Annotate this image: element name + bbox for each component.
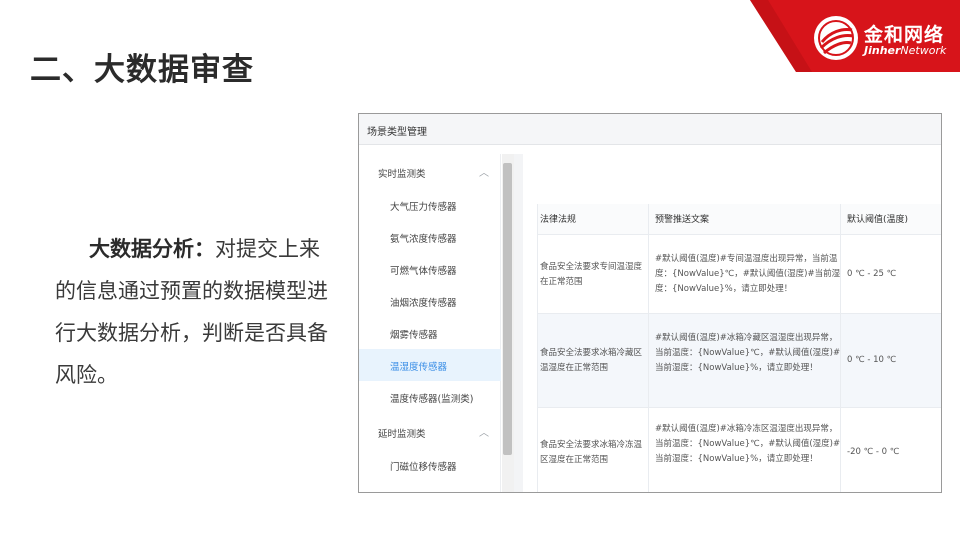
sidebar-group-realtime[interactable]: 实时监测类 ︿ (359, 158, 501, 186)
lead-title: 大数据分析： (89, 237, 215, 261)
brand-name-en-light: Network (900, 44, 947, 57)
sidebar-item-pressure[interactable]: 大气压力传感器 (359, 189, 501, 221)
jinher-globe-icon (814, 16, 858, 60)
sidebar-item-label: 门磁位移传感器 (390, 462, 457, 473)
chevron-up-icon[interactable]: ︿ (479, 164, 489, 179)
column-divider (537, 204, 538, 492)
cell-threshold: 0 ℃ - 10 ℃ (847, 355, 897, 365)
column-header-threshold: 默认阈值(温度) (847, 215, 909, 225)
cell-threshold: -20 ℃ - 0 ℃ (847, 447, 900, 457)
content-panel: 法律法规 预警推送文案 默认阈值(温度) 食品安全法要求专间温湿度在正常范围 #… (523, 154, 941, 492)
column-header-law: 法律法规 (540, 215, 577, 225)
sidebar-scrollbar-thumb[interactable] (503, 163, 512, 455)
sidebar-item-label: 温度传感器(监测类) (390, 394, 474, 405)
cell-law: 食品安全法要求冰箱冷藏区温湿度在正常范围 (540, 348, 643, 373)
table-header: 法律法规 预警推送文案 默认阈值(温度) (538, 204, 941, 235)
cell-law: 食品安全法要求专间温湿度在正常范围 (540, 262, 643, 287)
sidebar-group-delayed[interactable]: 延时监测类 ︿ (359, 418, 501, 446)
cell-message: #默认阈值(温度)#冰箱冷冻区温湿度出现异常，当前温度：{NowValue}℃，… (655, 424, 841, 464)
sidebar-item-label: 烟雾传感器 (390, 330, 438, 341)
column-divider (648, 204, 649, 492)
sidebar-item-label: 温湿度传感器 (390, 362, 448, 373)
table-row[interactable]: 食品安全法要求专间温湿度在正常范围 #默认阈值(温度)#专间温湿度出现异常，当前… (538, 235, 941, 314)
sidebar-item-smoke[interactable]: 烟雾传感器 (359, 317, 501, 349)
sidebar-item-combustible-gas[interactable]: 可燃气体传感器 (359, 253, 501, 285)
sidebar-item-label: 氨气浓度传感器 (390, 234, 457, 245)
brand-name-en-bold: Jinher (864, 44, 901, 57)
sidebar-item-ammonia[interactable]: 氨气浓度传感器 (359, 221, 501, 253)
sidebar-item-label: 油烟浓度传感器 (390, 298, 457, 309)
column-divider (840, 204, 841, 492)
sidebar-item-label: 可燃气体传感器 (390, 266, 457, 277)
table-row[interactable]: 食品安全法要求冰箱冷冻温区湿度在正常范围 #默认阈值(温度)#冰箱冷冻区温湿度出… (538, 408, 941, 492)
rules-table: 法律法规 预警推送文案 默认阈值(温度) 食品安全法要求专间温湿度在正常范围 #… (537, 204, 941, 492)
sidebar-group-label: 延时监测类 (378, 429, 426, 440)
cell-message: #默认阈值(温度)#专间温湿度出现异常，当前温度：{NowValue}℃，#默认… (655, 254, 841, 294)
cell-law: 食品安全法要求冰箱冷冻温区湿度在正常范围 (540, 440, 643, 465)
window-header: 场景类型管理 (359, 114, 941, 145)
lead-paragraph: 大数据分析：对提交上来的信息通过预置的数据模型进行大数据分析，判断是否具备风险。 (55, 228, 340, 396)
sidebar-item-label: 大气压力传感器 (390, 202, 457, 213)
window-title: 场景类型管理 (367, 127, 427, 138)
column-header-message: 预警推送文案 (655, 215, 710, 225)
brand-name-cn: 金和网络 (864, 24, 945, 46)
table-row[interactable]: 食品安全法要求冰箱冷藏区温湿度在正常范围 #默认阈值(温度)#冰箱冷藏区温湿度出… (538, 314, 941, 408)
cell-threshold: 0 ℃ - 25 ℃ (847, 269, 897, 279)
brand-name-en: JinherNetwork (864, 44, 946, 57)
brand-logo: 金和网络 JinherNetwork (814, 16, 946, 62)
sidebar-item-temp-humidity[interactable]: 温湿度传感器 (359, 349, 501, 381)
sidebar: 实时监测类 ︿ 大气压力传感器 氨气浓度传感器 可燃气体传感器 油烟浓度传感器 … (359, 154, 501, 492)
sidebar-item-door-magnet[interactable]: 门磁位移传感器 (359, 449, 501, 481)
sidebar-item-temperature[interactable]: 温度传感器(监测类) (359, 381, 501, 413)
sidebar-group-label: 实时监测类 (378, 169, 426, 180)
slide-title: 二、大数据审查 (30, 52, 254, 88)
app-screenshot: 场景类型管理 实时监测类 ︿ 大气压力传感器 氨气浓度传感器 可燃气体传感器 油… (358, 113, 942, 493)
chevron-up-icon[interactable]: ︿ (479, 424, 489, 439)
cell-message: #默认阈值(温度)#冰箱冷藏区温湿度出现异常，当前温度：{NowValue}℃，… (655, 333, 841, 373)
sidebar-item-oil-smoke[interactable]: 油烟浓度传感器 (359, 285, 501, 317)
